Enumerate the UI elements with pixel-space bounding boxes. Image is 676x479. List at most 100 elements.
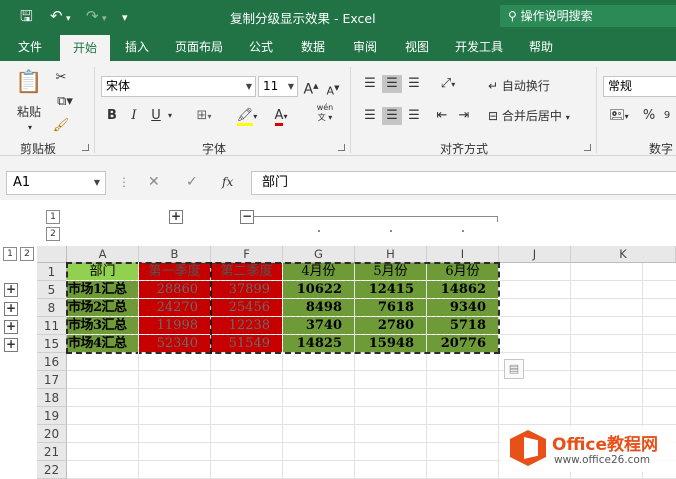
cell-b5[interactable]: 28860	[139, 281, 211, 299]
number-format-select[interactable]: 常规	[603, 76, 676, 97]
underline-dropdown-icon[interactable]: ▾	[164, 107, 176, 125]
row-header[interactable]: 5	[37, 281, 67, 299]
cell-f15[interactable]: 51549	[211, 335, 283, 353]
clipboard-launcher-icon[interactable]	[82, 144, 89, 151]
tab-formulas[interactable]: 公式	[240, 33, 282, 61]
insert-function-button[interactable]: fx	[222, 172, 233, 192]
middle-align-icon[interactable]: ☰	[382, 75, 402, 93]
column-header-i[interactable]: I	[427, 246, 499, 263]
expand-row-8-button[interactable]: +	[4, 302, 18, 316]
italic-button[interactable]: I	[126, 107, 142, 125]
cell-f5[interactable]: 37899	[211, 281, 283, 299]
row-header[interactable]: 20	[37, 425, 67, 443]
undo-dropdown-icon[interactable]: ▾	[66, 10, 71, 28]
bottom-align-icon[interactable]: ☰	[404, 75, 424, 93]
cell-g11[interactable]: 3740	[283, 317, 355, 335]
merge-center-button[interactable]: ⊟ 合并后居中 ▾	[488, 107, 588, 127]
cell-b1[interactable]: 第一季度	[139, 263, 211, 281]
cell-i15[interactable]: 20776	[427, 335, 499, 353]
wrap-text-button[interactable]: ↵ 自动换行	[488, 77, 562, 95]
cut-icon[interactable]: ✂	[52, 69, 70, 87]
column-header-j[interactable]: J	[499, 246, 571, 263]
cell-f11[interactable]: 12238	[211, 317, 283, 335]
column-header-b[interactable]: B	[139, 246, 211, 263]
select-all-corner[interactable]	[37, 246, 67, 263]
decrease-font-button[interactable]: A▼	[324, 79, 342, 101]
tab-file[interactable]: 文件	[8, 33, 52, 61]
cell-b8[interactable]: 24270	[139, 299, 211, 317]
column-header-a[interactable]: A	[67, 246, 139, 263]
cell-f1[interactable]: 第二季度	[211, 263, 283, 281]
undo-icon[interactable]: ↶	[50, 7, 63, 25]
redo-dropdown-icon[interactable]: ▾	[102, 10, 107, 28]
increase-font-button[interactable]: A▲	[302, 77, 320, 99]
column-header-g[interactable]: G	[283, 246, 355, 263]
name-box[interactable]: A1 ▼	[6, 171, 106, 195]
cell-a8[interactable]: 市场2汇总	[67, 299, 139, 317]
font-size-select[interactable]: 11 ▼	[258, 76, 298, 97]
cell-i5[interactable]: 14862	[427, 281, 499, 299]
cell-a5[interactable]: 市场1汇总	[67, 281, 139, 299]
orientation-icon[interactable]: ⤢▾	[432, 75, 464, 94]
tab-review[interactable]: 审阅	[344, 33, 386, 61]
tab-help[interactable]: 帮助	[520, 33, 562, 61]
row-header[interactable]: 18	[37, 389, 67, 407]
paste-icon[interactable]: 📋	[14, 69, 44, 97]
top-align-icon[interactable]: ☰	[360, 75, 380, 93]
tell-me-search[interactable]: ⚲ 操作说明搜索	[500, 5, 676, 27]
percent-button[interactable]: %	[640, 107, 658, 125]
borders-icon[interactable]: ⊞▾	[190, 107, 218, 126]
font-launcher-icon[interactable]	[338, 144, 345, 151]
collapse-columns-button[interactable]: −	[240, 210, 254, 224]
paste-dropdown-icon[interactable]: ▾	[22, 119, 38, 137]
tab-view[interactable]: 视图	[396, 33, 438, 61]
align-center-icon[interactable]: ☰	[382, 107, 402, 125]
tab-developer[interactable]: 开发工具	[448, 33, 510, 61]
increase-indent-icon[interactable]: ⇥	[454, 107, 474, 125]
cell-h5[interactable]: 12415	[355, 281, 427, 299]
cell-g15[interactable]: 14825	[283, 335, 355, 353]
expand-row-11-button[interactable]: +	[4, 320, 18, 334]
font-name-select[interactable]: 宋体 ▼	[101, 76, 256, 97]
decrease-indent-icon[interactable]: ⇤	[432, 107, 452, 125]
tab-data[interactable]: 数据	[292, 33, 334, 61]
cell-h11[interactable]: 2780	[355, 317, 427, 335]
column-level-2-button[interactable]: 2	[46, 227, 60, 241]
format-painter-icon[interactable]: 🖌	[52, 117, 70, 135]
tab-insert[interactable]: 插入	[116, 33, 158, 61]
column-header-h[interactable]: H	[355, 246, 427, 263]
cell-a11[interactable]: 市场3汇总	[67, 317, 139, 335]
enter-icon[interactable]: ✓	[186, 172, 198, 192]
expand-row-15-button[interactable]: +	[4, 338, 18, 352]
row-header[interactable]: 8	[37, 299, 67, 317]
row-header[interactable]: 11	[37, 317, 67, 335]
row-header[interactable]: 15	[37, 335, 67, 353]
row-header[interactable]: 1	[37, 263, 67, 281]
row-level-2-button[interactable]: 2	[20, 247, 34, 261]
expand-row-5-button[interactable]: +	[4, 283, 18, 297]
expand-columns-b-button[interactable]: +	[169, 210, 183, 224]
row-header[interactable]: 22	[37, 461, 67, 479]
bold-button[interactable]: B	[104, 107, 120, 125]
font-color-icon[interactable]: A▾	[266, 107, 296, 126]
align-left-icon[interactable]: ☰	[360, 107, 380, 125]
row-level-1-button[interactable]: 1	[3, 247, 17, 261]
row-header[interactable]: 17	[37, 371, 67, 389]
accounting-format-icon[interactable]: 🖭▾	[604, 107, 634, 126]
fill-color-icon[interactable]: 🖍▾	[232, 107, 262, 126]
underline-button[interactable]: U	[148, 107, 164, 125]
cell-g8[interactable]: 8498	[283, 299, 355, 317]
cell-h15[interactable]: 15948	[355, 335, 427, 353]
column-header-k[interactable]: K	[571, 246, 676, 263]
align-right-icon[interactable]: ☰	[404, 107, 424, 125]
cell-a15[interactable]: 市场4汇总	[67, 335, 139, 353]
column-level-1-button[interactable]: 1	[46, 210, 60, 224]
quick-analysis-icon[interactable]: ▤	[504, 359, 524, 379]
cell-i8[interactable]: 9340	[427, 299, 499, 317]
tab-home[interactable]: 开始	[60, 35, 110, 61]
cancel-icon[interactable]: ✕	[148, 172, 160, 192]
save-icon[interactable]: 🖫	[20, 7, 33, 25]
alignment-launcher-icon[interactable]	[584, 144, 591, 151]
tab-page-layout[interactable]: 页面布局	[168, 33, 230, 61]
customize-qat-icon[interactable]: ▾	[122, 9, 128, 27]
